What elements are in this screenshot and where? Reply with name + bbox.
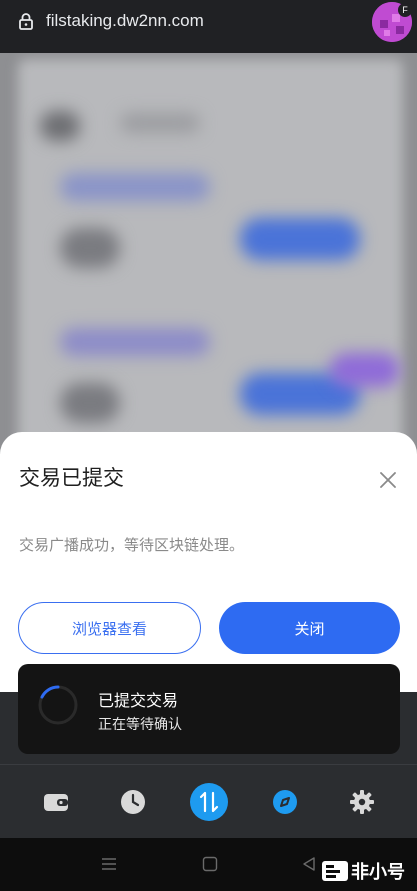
close-button[interactable]: 关闭 — [219, 602, 400, 654]
watermark-text: 非小号 — [351, 862, 405, 883]
sheet-message: 交易广播成功，等待区块链处理。 — [19, 536, 245, 554]
watermark-logo-icon — [322, 861, 348, 881]
url-text[interactable]: filstaking.dw2nn.com — [46, 11, 204, 31]
watermark: 非小号 — [322, 858, 405, 884]
transaction-submitted-sheet: 交易已提交 交易广播成功，等待区块链处理。 浏览器查看 关闭 — [0, 432, 417, 697]
swap-icon — [190, 783, 228, 821]
blurred-page-background — [0, 53, 417, 453]
home-icon[interactable] — [202, 856, 218, 872]
nav-swap[interactable] — [190, 783, 228, 821]
loading-spinner-icon — [38, 685, 78, 725]
nav-discover[interactable] — [266, 783, 304, 821]
browser-url-bar[interactable]: filstaking.dw2nn.com — [0, 0, 417, 53]
nav-wallet[interactable] — [37, 783, 75, 821]
compass-icon — [273, 790, 297, 814]
gear-icon — [350, 790, 374, 814]
back-icon[interactable] — [301, 856, 317, 872]
close-icon[interactable] — [376, 468, 400, 492]
view-in-browser-button[interactable]: 浏览器查看 — [18, 602, 201, 654]
nav-settings[interactable] — [343, 783, 381, 821]
menu-icon[interactable] — [101, 856, 117, 872]
sheet-title: 交易已提交 — [19, 466, 124, 490]
bottom-nav — [0, 764, 417, 838]
pending-transaction-toast: 已提交交易 正在等待确认 — [18, 664, 400, 754]
clock-icon — [121, 790, 145, 814]
toast-subtitle: 正在等待确认 — [98, 717, 182, 733]
toast-title: 已提交交易 — [98, 691, 179, 710]
lock-icon — [19, 13, 33, 30]
nav-history[interactable] — [114, 783, 152, 821]
wallet-icon — [44, 794, 68, 811]
avatar-badge: F — [398, 3, 412, 17]
